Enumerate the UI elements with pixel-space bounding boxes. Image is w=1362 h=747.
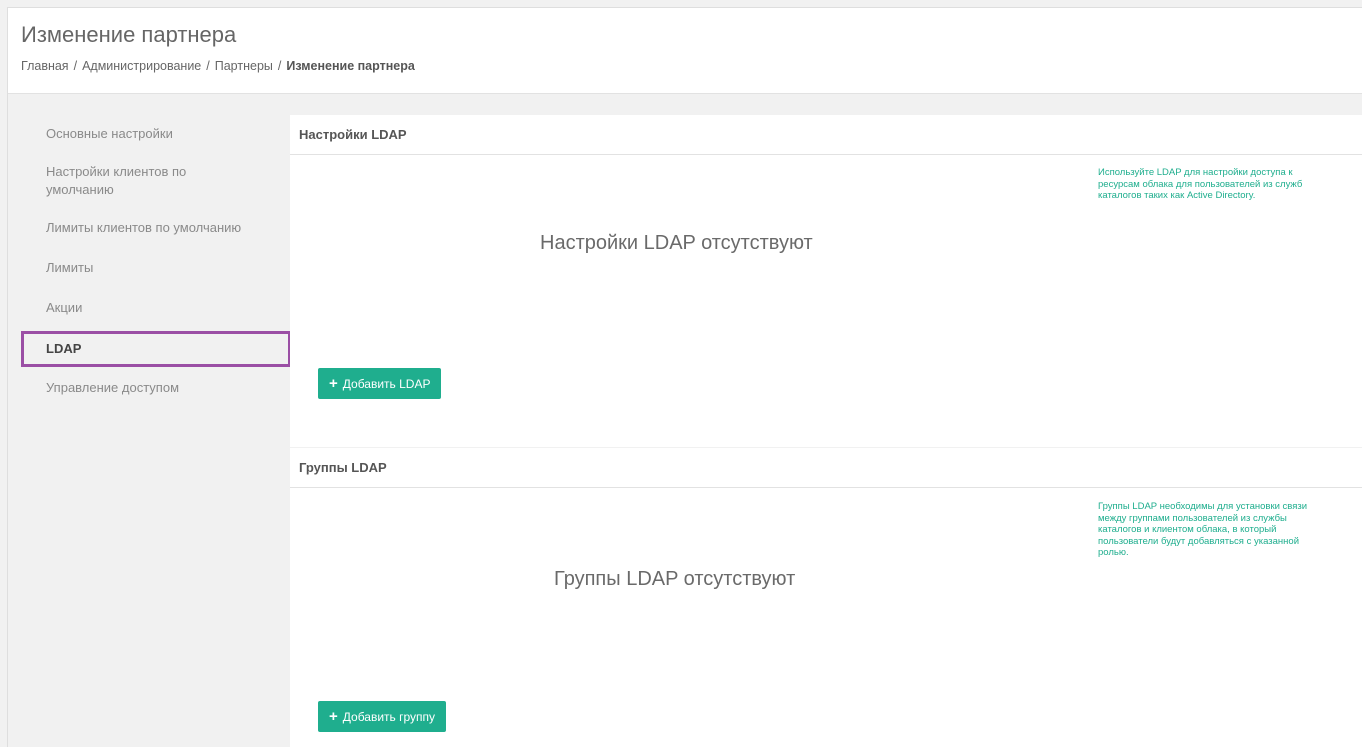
breadcrumb-separator: /: [206, 59, 210, 73]
add-group-button-label: Добавить группу: [342, 709, 436, 724]
sidebar-item-default-client-limits[interactable]: Лимиты клиентов по умолчанию: [21, 219, 291, 237]
breadcrumb-separator: /: [277, 59, 282, 73]
ldap-settings-title: Настройки LDAP: [290, 115, 1362, 155]
sidebar-item-label: Акции: [46, 300, 83, 315]
page-header: Изменение партнера Главная / Администриров…: [8, 8, 1362, 94]
add-ldap-button[interactable]: + Добавить LDAP: [318, 368, 442, 399]
ldap-settings-body: Настройки LDAP отсутствуют Используйте L…: [290, 155, 1362, 446]
plus-icon: +: [329, 375, 338, 392]
ldap-settings-hint: Используйте LDAP для настройки доступа к…: [1098, 167, 1303, 201]
sidebar-item-limits[interactable]: Лимиты: [21, 259, 291, 277]
sidebar-item-label: Настройки клиентов по умолчанию: [46, 164, 187, 197]
ldap-settings-panel: Настройки LDAP Настройки LDAP отсутствую…: [290, 115, 1362, 447]
sidebar-item-label: Основные настройки: [46, 126, 173, 141]
page-title: Изменение партнера: [21, 22, 237, 47]
sidebar-item-label: Управление доступом: [46, 380, 180, 395]
ldap-groups-empty-text: Группы LDAP отсутствуют: [554, 568, 796, 590]
ldap-groups-title: Группы LDAP: [290, 448, 1362, 488]
breadcrumb-home[interactable]: Главная: [21, 59, 69, 73]
breadcrumb-partners[interactable]: Партнеры: [215, 59, 273, 73]
sidebar-item-label: Лимиты: [46, 260, 94, 275]
plus-icon: +: [329, 708, 338, 725]
sidebar-item-main-settings[interactable]: Основные настройки: [21, 125, 291, 143]
breadcrumb-separator: /: [73, 59, 78, 73]
ldap-groups-hint: Группы LDAP необходимы для установки свя…: [1098, 501, 1308, 558]
sidebar-item-label: LDAP: [46, 341, 82, 356]
sidebar-item-access-management[interactable]: Управление доступом: [21, 379, 291, 397]
ldap-groups-body: Группы LDAP отсутствуют Группы LDAP необ…: [290, 488, 1362, 747]
breadcrumb-administration[interactable]: Администрирование: [82, 59, 201, 73]
sidebar-item-ldap[interactable]: LDAP: [21, 331, 291, 367]
breadcrumb-current: Изменение партнера: [286, 59, 415, 73]
sidebar-item-default-client-settings[interactable]: Настройки клиентов по умолчанию: [21, 163, 221, 199]
add-group-button[interactable]: + Добавить группу: [318, 701, 447, 732]
add-ldap-button-label: Добавить LDAP: [342, 376, 431, 391]
ldap-groups-panel: Группы LDAP Группы LDAP отсутствуют Груп…: [290, 448, 1362, 747]
sidebar-item-promotions[interactable]: Акции: [21, 299, 291, 317]
sidebar: Основные настройки Настройки клиентов по…: [21, 115, 291, 397]
sidebar-item-label: Лимиты клиентов по умолчанию: [46, 220, 242, 235]
app-frame: Изменение партнера Главная / Администриров…: [7, 7, 1362, 747]
breadcrumb: Главная / Администрирование / Партнеры / Измен…: [21, 59, 415, 73]
ldap-settings-empty-text: Настройки LDAP отсутствуют: [540, 232, 813, 254]
